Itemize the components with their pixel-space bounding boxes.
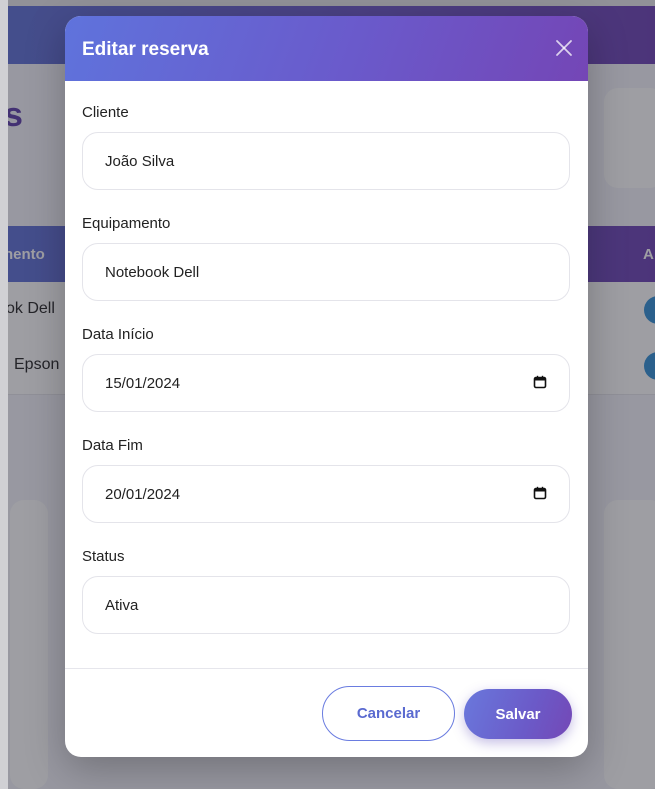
equipamento-input[interactable] bbox=[105, 244, 505, 300]
cliente-label: Cliente bbox=[82, 104, 129, 121]
close-icon[interactable] bbox=[551, 35, 577, 61]
equipamento-label: Equipamento bbox=[82, 215, 171, 232]
data-fim-label: Data Fim bbox=[82, 437, 143, 454]
calendar-icon[interactable] bbox=[533, 375, 547, 389]
data-fim-field[interactable] bbox=[82, 465, 570, 523]
footer-divider bbox=[65, 668, 588, 669]
status-field[interactable] bbox=[82, 576, 570, 634]
data-fim-input[interactable] bbox=[105, 466, 505, 522]
cliente-input[interactable] bbox=[105, 133, 505, 189]
data-inicio-input[interactable] bbox=[105, 355, 505, 411]
edit-reservation-modal: Editar reserva Cliente Equipamento Data … bbox=[65, 16, 588, 757]
modal-header: Editar reserva bbox=[65, 16, 588, 81]
data-inicio-label: Data Início bbox=[82, 326, 154, 343]
cancel-button[interactable]: Cancelar bbox=[322, 686, 455, 741]
left-edge bbox=[0, 0, 8, 789]
status-label: Status bbox=[82, 548, 125, 565]
cliente-field[interactable] bbox=[82, 132, 570, 190]
modal-title: Editar reserva bbox=[82, 39, 209, 60]
status-input[interactable] bbox=[105, 577, 505, 633]
equipamento-field[interactable] bbox=[82, 243, 570, 301]
save-button[interactable]: Salvar bbox=[464, 689, 572, 739]
calendar-icon[interactable] bbox=[533, 486, 547, 500]
data-inicio-field[interactable] bbox=[82, 354, 570, 412]
